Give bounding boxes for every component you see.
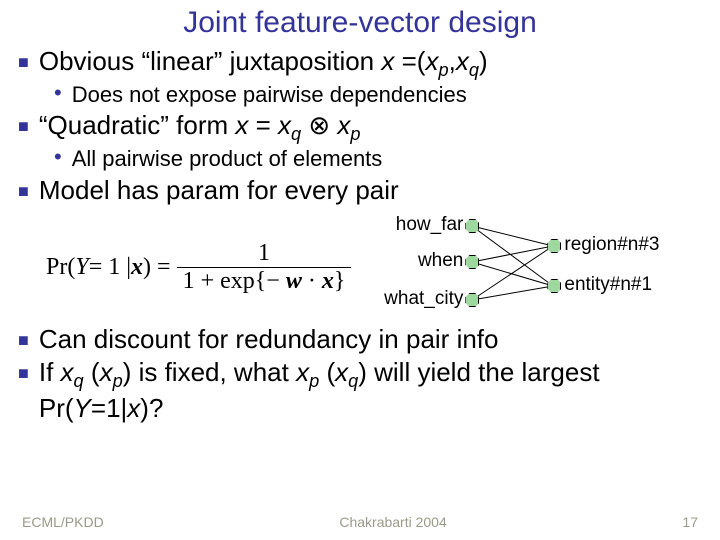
bullet-model: ■ Model has param for every pair <box>18 175 702 206</box>
var-xq: x <box>61 357 74 387</box>
bullet-linear: ■ Obvious “linear” juxtaposition x =(xp,… <box>18 46 702 82</box>
text: Can discount for redundancy in pair info <box>39 324 499 355</box>
var-x: x <box>127 393 140 423</box>
bullet-icon: ■ <box>18 116 29 138</box>
var-xq: x <box>278 110 291 140</box>
bullet-discount: ■ Can discount for redundancy in pair in… <box>18 324 702 355</box>
text: Model has param for every pair <box>39 175 399 206</box>
text: 1 + exp{− <box>183 268 286 294</box>
node-label-entity: entity#n#1 <box>564 274 652 296</box>
sub-q: q <box>291 125 301 145</box>
bullet-icon: ■ <box>18 363 29 385</box>
dot-icon: • <box>54 80 62 106</box>
text: · <box>302 268 322 294</box>
sub-q: q <box>348 371 358 391</box>
text: ( <box>84 357 100 387</box>
var-w: w <box>286 268 302 294</box>
text: )? <box>140 393 163 423</box>
text: , <box>449 46 456 76</box>
slide-body: ■ Obvious “linear” juxtaposition x =(xp,… <box>0 40 720 424</box>
slide-title: Joint feature-vector design <box>0 0 720 40</box>
bullet-icon: ■ <box>18 52 29 74</box>
dot-icon: • <box>54 144 62 170</box>
sub-p: p <box>113 371 123 391</box>
sub-p: p <box>309 371 319 391</box>
node-label-whatcity: what_city <box>373 288 463 310</box>
node-label-howfar: how_far <box>387 214 463 236</box>
logistic-formula: Pr(Y = 1 | x) = 1 1 + exp{− w · x} <box>46 240 351 295</box>
text: ) = <box>143 254 171 281</box>
node-icon <box>465 219 479 233</box>
text: } <box>334 268 346 294</box>
bullet-question: ■ If xq (xp) is fixed, what xp (xq) will… <box>18 357 702 424</box>
bullet-icon: ■ <box>18 181 29 203</box>
text: = <box>248 110 278 140</box>
var-Y: Y <box>74 393 91 423</box>
tensor-symbol: ⊗ <box>301 110 337 140</box>
node-icon <box>465 293 479 307</box>
sub-q: q <box>74 371 84 391</box>
var-xp: x <box>425 46 438 76</box>
var-x-bold: x <box>131 254 143 281</box>
var-x: x <box>381 46 401 76</box>
text: “Quadratic” form <box>39 110 236 140</box>
var-Y: Y <box>75 254 88 281</box>
bipartite-network: how_far when what_city region#n#3 entity… <box>369 212 659 322</box>
text: ) is fixed, what <box>123 357 296 387</box>
text: Does not expose pairwise dependencies <box>72 82 467 108</box>
var-x: x <box>235 110 248 140</box>
footer-left: ECML/PKDD <box>22 514 104 530</box>
sub-q: q <box>469 60 479 80</box>
formula-row: Pr(Y = 1 | x) = 1 1 + exp{− w · x} how_f… <box>18 212 702 322</box>
fraction: 1 1 + exp{− w · x} <box>177 240 352 295</box>
bullet-quadratic: ■ “Quadratic” form x = xq ⊗ xp <box>18 110 702 146</box>
var-xp: x <box>100 357 113 387</box>
text: ) <box>479 46 488 76</box>
subbullet-quadratic: • All pairwise product of elements <box>54 146 702 172</box>
var-xp: x <box>296 357 309 387</box>
node-label-when: when <box>411 250 463 272</box>
text: Pr( <box>46 254 75 281</box>
numerator: 1 <box>252 240 276 267</box>
text: = 1 | <box>89 254 131 281</box>
text: ( <box>319 357 335 387</box>
footer-page-number: 17 <box>682 514 698 530</box>
node-icon <box>465 255 479 269</box>
text: Obvious “linear” juxtaposition <box>39 46 382 76</box>
footer: ECML/PKDD Chakrabarti 2004 17 <box>0 514 720 530</box>
text: =1| <box>91 393 127 423</box>
node-label-region: region#n#3 <box>564 234 659 256</box>
bullet-icon: ■ <box>18 330 29 352</box>
text: =( <box>402 46 426 76</box>
sub-p: p <box>350 125 360 145</box>
var-xq: x <box>456 46 469 76</box>
var-x-bold: x <box>322 268 334 294</box>
text: If <box>39 357 61 387</box>
text: All pairwise product of elements <box>72 146 383 172</box>
var-xq: x <box>335 357 348 387</box>
footer-center: Chakrabarti 2004 <box>339 514 446 530</box>
var-xp: x <box>337 110 350 140</box>
subbullet-linear: • Does not expose pairwise dependencies <box>54 82 702 108</box>
denominator: 1 + exp{− w · x} <box>177 268 352 295</box>
sub-p: p <box>438 60 448 80</box>
